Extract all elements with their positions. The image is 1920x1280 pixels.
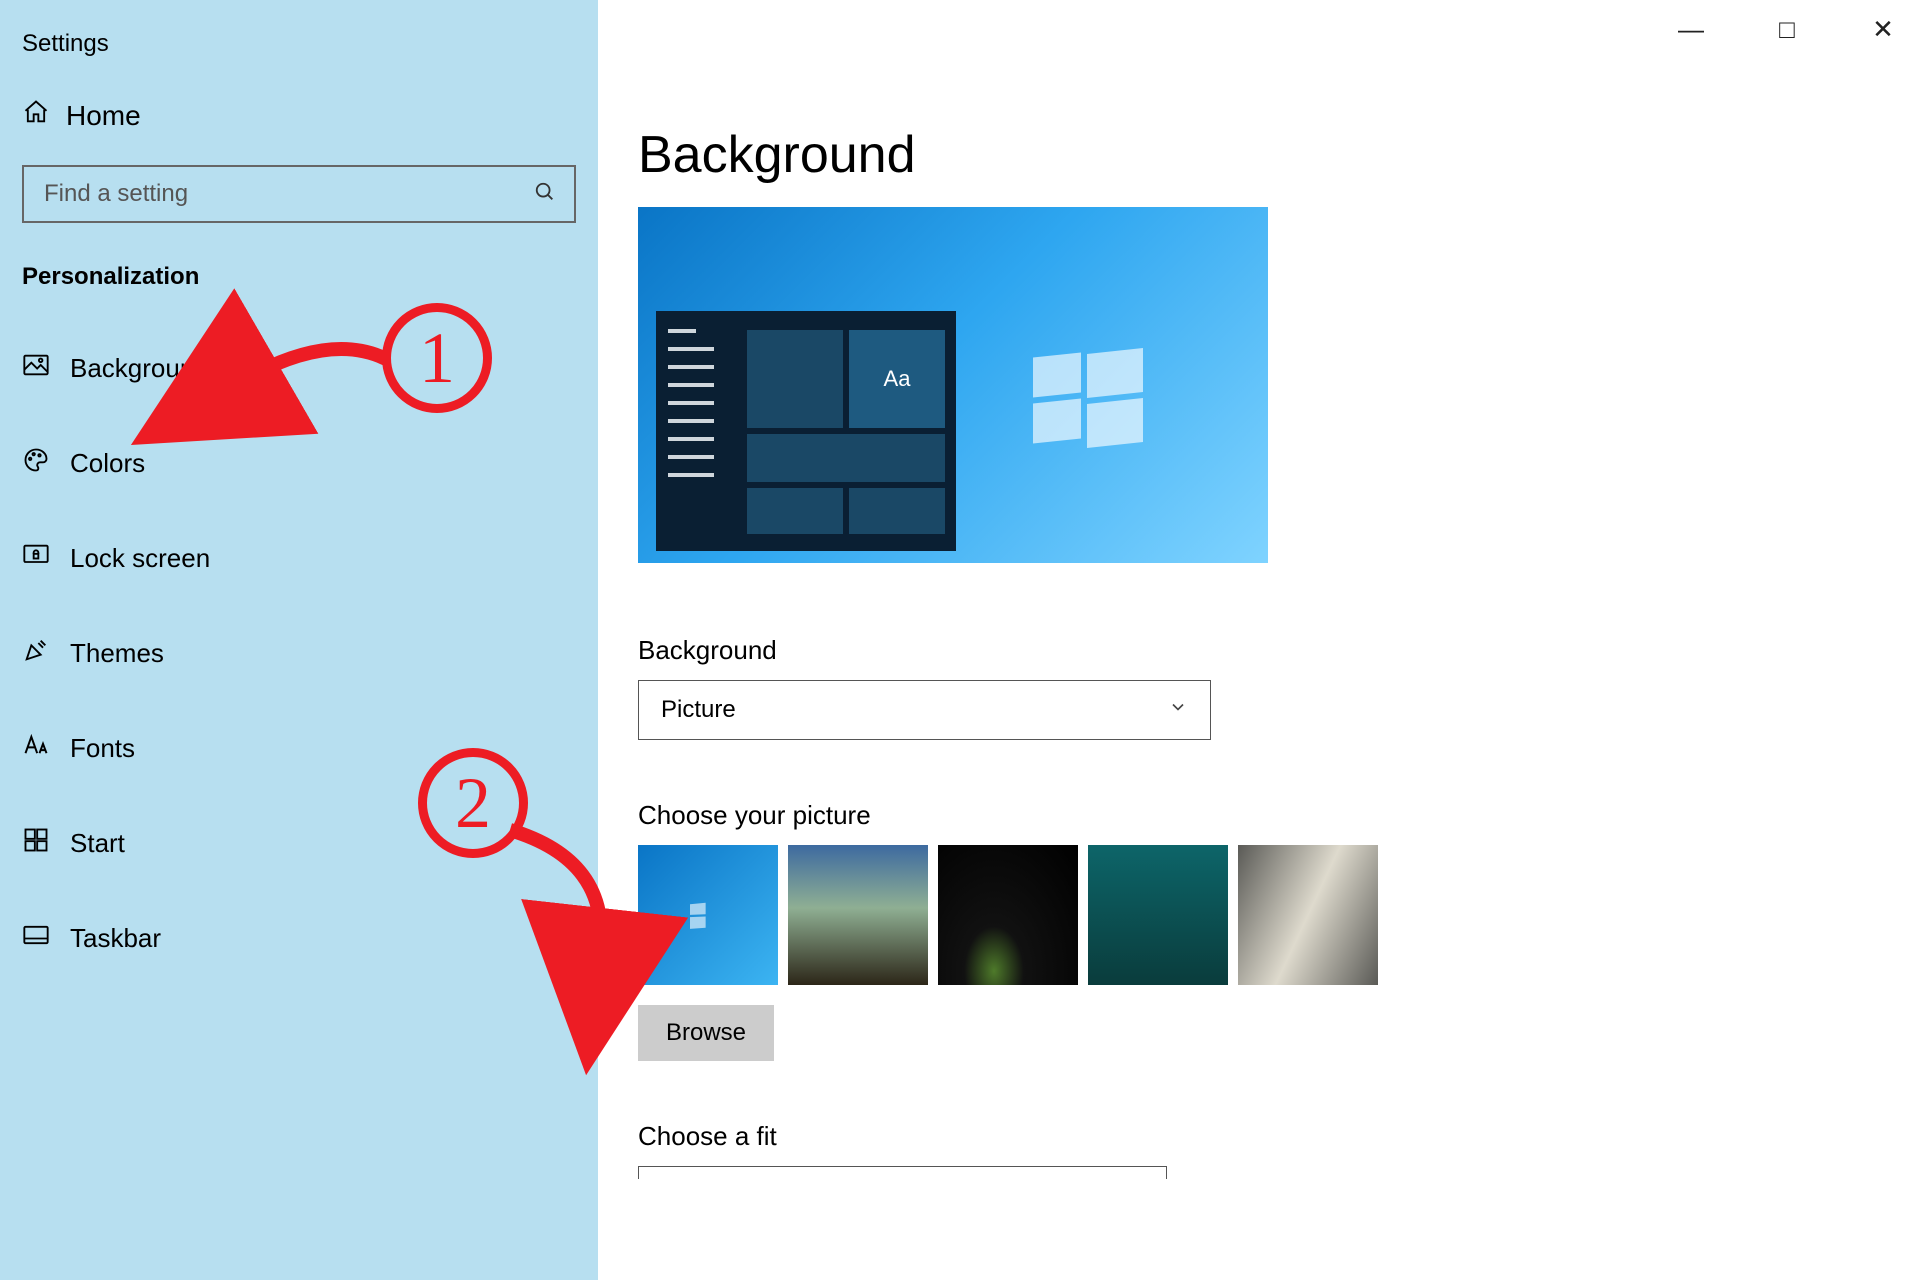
preview-start-menu: Aa — [656, 311, 956, 551]
browse-button[interactable]: Browse — [638, 1005, 774, 1061]
sidebar-item-themes[interactable]: Themes — [22, 636, 576, 671]
picture-thumbnail[interactable] — [1238, 845, 1378, 985]
background-type-label: Background — [638, 635, 1860, 666]
sidebar-item-label: Start — [70, 828, 125, 859]
background-preview: Aa — [638, 207, 1268, 563]
preview-sample-text: Aa — [848, 329, 946, 429]
sidebar-item-label: Lock screen — [70, 543, 210, 574]
app-title: Settings — [22, 30, 576, 58]
dropdown-value: Picture — [661, 696, 736, 724]
sidebar-item-colors[interactable]: Colors — [22, 446, 576, 481]
choose-fit-label: Choose a fit — [638, 1121, 1860, 1152]
minimize-button[interactable]: — — [1672, 10, 1710, 48]
sidebar-item-background[interactable]: Background — [22, 351, 576, 386]
start-icon — [22, 826, 50, 861]
sidebar-item-taskbar[interactable]: Taskbar — [22, 921, 576, 956]
content-area: Background Aa — [598, 0, 1920, 1280]
sidebar-item-lockscreen[interactable]: Lock screen — [22, 541, 576, 576]
home-icon — [22, 98, 50, 133]
picture-thumbnail[interactable] — [1088, 845, 1228, 985]
sidebar-item-label: Fonts — [70, 733, 135, 764]
picture-thumbnails — [638, 845, 1860, 985]
annotation-step-2: 2 — [418, 748, 528, 858]
maximize-button[interactable]: □ — [1768, 10, 1806, 48]
section-label: Personalization — [22, 263, 576, 291]
chevron-down-icon — [1168, 697, 1188, 723]
home-label: Home — [66, 100, 141, 132]
picture-thumbnail[interactable] — [938, 845, 1078, 985]
search-icon — [534, 181, 556, 208]
picture-thumbnail[interactable] — [788, 845, 928, 985]
page-title: Background — [638, 125, 1860, 185]
sidebar-item-label: Taskbar — [70, 923, 161, 954]
search-input[interactable] — [42, 179, 534, 209]
choose-picture-label: Choose your picture — [638, 800, 1860, 831]
sidebar: Settings Home Personalization — [0, 0, 598, 1280]
annotation-step-1: 1 — [382, 303, 492, 413]
picture-icon — [22, 351, 50, 386]
lock-screen-icon — [22, 541, 50, 576]
background-type-dropdown[interactable]: Picture — [638, 680, 1211, 740]
taskbar-icon — [22, 921, 50, 956]
sidebar-item-label: Colors — [70, 448, 145, 479]
sidebar-item-label: Themes — [70, 638, 164, 669]
sidebar-item-label: Background — [70, 353, 209, 384]
fit-dropdown[interactable] — [638, 1166, 1167, 1179]
themes-icon — [22, 636, 50, 671]
close-button[interactable]: ✕ — [1864, 10, 1902, 48]
search-box[interactable] — [22, 165, 576, 223]
fonts-icon — [22, 731, 50, 766]
windows-logo-icon — [1033, 347, 1143, 447]
palette-icon — [22, 446, 50, 481]
picture-thumbnail[interactable] — [638, 845, 778, 985]
home-button[interactable]: Home — [22, 98, 576, 133]
